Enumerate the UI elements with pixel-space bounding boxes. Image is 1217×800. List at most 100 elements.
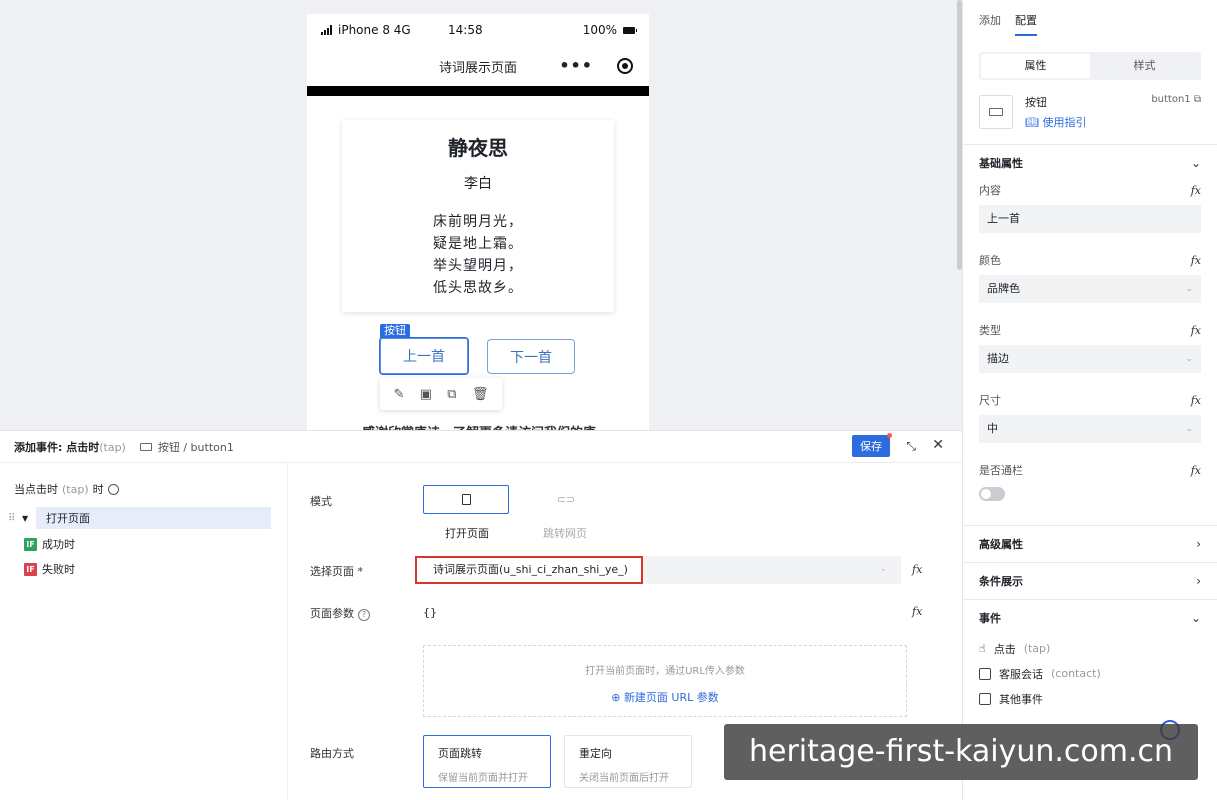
button-component-icon — [979, 95, 1013, 129]
more-icon[interactable]: ••• — [559, 56, 593, 75]
formula-icon[interactable]: fx — [1191, 254, 1201, 267]
formula-icon[interactable]: fx — [1191, 324, 1201, 337]
add-url-param-label: 新建页面 URL 参数 — [623, 691, 719, 704]
route-push-card[interactable]: 页面跳转 保留当前页面并打开 — [423, 735, 551, 788]
panel-tabs: 添加 配置 — [963, 0, 1217, 36]
tab-add[interactable]: 添加 — [979, 12, 1001, 36]
save-button[interactable]: 保存 — [852, 433, 892, 457]
help-icon[interactable]: ? — [358, 609, 370, 621]
branch-success[interactable]: IF 成功时 — [24, 533, 287, 555]
gear-icon[interactable] — [107, 483, 119, 495]
chevron-right-icon: › — [1196, 574, 1201, 588]
params-value[interactable]: {} — [423, 606, 437, 619]
event-hint: (contact) — [1051, 667, 1101, 680]
battery-icon — [623, 26, 637, 34]
page-select[interactable]: 诗词展示页面(u_shi_ci_zhan_shi_ye_) ⌄ — [415, 556, 901, 584]
poem-body: 床前明月光， 疑是地上霜。 举头望明月， 低头思故乡。 — [342, 211, 614, 299]
mode-open-page-card[interactable] — [423, 485, 509, 514]
formula-icon[interactable]: fx — [1191, 464, 1201, 477]
trigger-suffix: 时 — [92, 483, 104, 496]
event-hint: (tap) — [1023, 642, 1051, 655]
route-push-title: 页面跳转 — [438, 747, 482, 760]
carrier-label: iPhone 8 4G — [338, 23, 411, 37]
poem-line: 举头望明月， — [433, 258, 523, 274]
event-tap[interactable]: ☝︎ 点击 (tap) — [963, 636, 1217, 661]
copy-icon[interactable]: ⧉ — [447, 387, 456, 402]
close-capsule-icon[interactable] — [617, 58, 633, 74]
tab-styles[interactable]: 样式 — [1090, 54, 1199, 78]
component-name: 按钮 — [1025, 96, 1047, 109]
page-select-label: 选择页面 * — [310, 565, 363, 578]
trigger-hint: (tap) — [62, 482, 89, 496]
chat-icon — [979, 667, 991, 680]
section-basic-properties[interactable]: 基础属性 ⌄ — [963, 144, 1217, 181]
selected-component-tag: 按钮 — [380, 324, 410, 338]
button-component-icon — [139, 442, 152, 451]
formula-icon[interactable]: fx — [1191, 394, 1201, 407]
color-select[interactable]: 品牌色 ⌄ — [979, 275, 1201, 303]
clock-label: 14:58 — [448, 23, 483, 37]
prev-poem-button[interactable]: 上一首 — [379, 337, 469, 375]
drag-handle-icon[interactable]: ⠿ — [8, 513, 15, 524]
section-events[interactable]: 事件 ⌄ — [963, 599, 1217, 636]
title-hint: (tap) — [99, 440, 126, 454]
branch-fail[interactable]: IF 失败时 — [24, 558, 287, 580]
color-value: 品牌色 — [987, 282, 1020, 295]
delete-icon[interactable]: 🗑︎ — [472, 387, 489, 402]
tab-properties[interactable]: 属性 — [981, 54, 1090, 78]
type-value: 描边 — [987, 352, 1009, 365]
poem-card[interactable]: 静夜思 李白 床前明月光， 疑是地上霜。 举头望明月， 低头思故乡。 — [342, 120, 614, 312]
chevron-down-icon: ⌄ — [879, 564, 887, 574]
formula-icon[interactable]: fx — [912, 563, 922, 576]
breadcrumb-text: 按钮 / button1 — [157, 440, 234, 454]
prop-color-label: 颜色 fx — [963, 251, 1217, 269]
phone-preview: iPhone 8 4G 14:58 100% 诗词展示页面 ••• 静夜思 李白… — [307, 14, 649, 430]
content-value: 上一首 — [987, 212, 1020, 225]
content-input[interactable]: 上一首 — [979, 205, 1201, 233]
type-select[interactable]: 描边 ⌄ — [979, 345, 1201, 373]
event-label: 客服会话 — [999, 667, 1043, 681]
size-select[interactable]: 中 ⌄ — [979, 415, 1201, 443]
save-icon[interactable]: ▣ — [420, 387, 432, 402]
prop-content-label: 内容 fx — [963, 181, 1217, 199]
battery-percent: 100% — [582, 23, 617, 37]
trigger-node[interactable]: 当点击时 (tap) 时 — [14, 481, 287, 497]
chevron-down-icon: ⌄ — [1185, 284, 1193, 294]
add-url-param-button[interactable]: ⊕ 新建页面 URL 参数 — [424, 689, 906, 705]
design-canvas[interactable]: iPhone 8 4G 14:58 100% 诗词展示页面 ••• 静夜思 李白… — [0, 0, 962, 430]
document-icon — [461, 494, 471, 505]
tab-config[interactable]: 配置 — [1015, 12, 1037, 36]
section-advanced[interactable]: 高级属性 › — [963, 525, 1217, 562]
expand-icon[interactable]: ⤡ — [906, 439, 916, 454]
event-label: 点击 — [993, 642, 1016, 656]
route-push-desc: 保留当前页面并打开 — [438, 773, 528, 784]
copy-icon[interactable]: ⧉ — [1194, 94, 1201, 105]
poem-author: 李白 — [464, 176, 492, 192]
prop-label-text: 颜色 — [979, 254, 1001, 267]
tap-icon: ☝︎ — [979, 642, 986, 655]
branch-label: 失败时 — [42, 563, 75, 576]
close-icon[interactable]: ✕ — [932, 437, 944, 453]
route-redirect-card[interactable]: 重定向 关闭当前页面后打开 — [564, 735, 692, 788]
poem-line: 疑是地上霜。 — [433, 236, 523, 252]
action-node-open-page[interactable]: ⠿ ▼ 打开页面 — [8, 507, 271, 529]
property-style-switch: 属性 样式 — [979, 52, 1201, 80]
caret-down-icon[interactable]: ▼ — [22, 514, 28, 523]
event-contact[interactable]: 客服会话 (contact) — [963, 661, 1217, 686]
section-condition[interactable]: 条件展示 › — [963, 562, 1217, 599]
usage-guide-link[interactable]: 📖︎ 使用指引 — [1025, 114, 1086, 130]
config-panel: 添加 配置 属性 样式 按钮 📖︎ 使用指引 button1 ⧉ 基础属性 ⌄ … — [962, 0, 1217, 800]
poem-line: 低头思故乡。 — [433, 280, 523, 296]
mode-jump-web-label: 跳转网页 — [543, 527, 587, 540]
next-poem-button[interactable]: 下一首 — [487, 339, 575, 374]
event-other[interactable]: 其他事件 — [963, 686, 1217, 711]
formula-icon[interactable]: fx — [912, 605, 922, 618]
prop-label-text: 内容 — [979, 184, 1001, 197]
full-width-toggle[interactable] — [979, 487, 1005, 501]
mode-jump-web-card[interactable]: ⊂⊃ — [523, 485, 609, 514]
component-id[interactable]: button1 ⧉ — [1151, 94, 1201, 105]
status-bar: iPhone 8 4G 14:58 100% — [307, 14, 649, 46]
formula-icon[interactable]: fx — [1191, 184, 1201, 197]
chevron-right-icon: › — [1196, 537, 1201, 551]
edit-icon[interactable]: ✎ — [394, 387, 405, 402]
